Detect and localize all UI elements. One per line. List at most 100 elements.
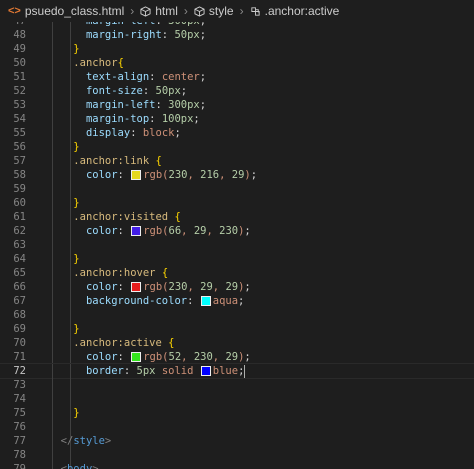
line-number: 74 xyxy=(13,393,26,405)
indent-guide xyxy=(70,448,71,462)
line-number: 51 xyxy=(13,71,26,83)
line-number: 63 xyxy=(13,239,26,251)
code-text: margin-right: 50px; xyxy=(85,29,207,41)
code-line[interactable]: 79 <body> xyxy=(0,462,474,469)
code-text: color: rgb(66, 29, 230); xyxy=(85,225,251,237)
line-number: 52 xyxy=(13,85,26,97)
code-text: <body> xyxy=(60,463,99,469)
line-number: 78 xyxy=(13,449,26,461)
code-line[interactable]: 54 margin-top: 100px; xyxy=(0,112,474,126)
indent-guide xyxy=(52,238,53,252)
code-text: } xyxy=(73,253,80,265)
code-line[interactable]: 55 display: block; xyxy=(0,126,474,140)
css-selector-icon xyxy=(250,6,260,16)
breadcrumb-file[interactable]: <> psuedo_class.html xyxy=(0,4,124,18)
code-line[interactable]: 67 background-color: aqua; xyxy=(0,294,474,308)
code-line[interactable]: 75 } xyxy=(0,406,474,420)
indent-guide xyxy=(70,378,71,392)
color-swatch[interactable] xyxy=(200,295,211,306)
line-number: 62 xyxy=(13,225,26,237)
breadcrumb-symbol[interactable]: .anchor:active xyxy=(250,4,340,18)
color-swatch[interactable] xyxy=(200,365,211,376)
code-text: color: rgb(230, 216, 29); xyxy=(85,169,258,181)
code-text: text-align: center; xyxy=(85,71,207,83)
code-line[interactable]: 78 xyxy=(0,448,474,462)
code-line[interactable]: 51 text-align: center; xyxy=(0,70,474,84)
line-number: 53 xyxy=(13,99,26,111)
code-text: font-size: 50px; xyxy=(85,85,188,97)
indent-guide xyxy=(70,308,71,322)
line-number: 67 xyxy=(13,295,26,307)
color-swatch[interactable] xyxy=(131,351,142,362)
code-line[interactable]: 48 margin-right: 50px; xyxy=(0,28,474,42)
line-number: 56 xyxy=(13,141,26,153)
code-line[interactable]: 59 xyxy=(0,182,474,196)
chevron-right-icon: › xyxy=(183,4,188,18)
code-line[interactable]: 56 } xyxy=(0,140,474,154)
line-number: 64 xyxy=(13,253,26,265)
code-line[interactable]: 73 xyxy=(0,378,474,392)
code-line[interactable]: 61 .anchor:visited { xyxy=(0,210,474,224)
code-line[interactable]: 70 .anchor:active { xyxy=(0,336,474,350)
line-number: 66 xyxy=(13,281,26,293)
code-line[interactable]: 62 color: rgb(66, 29, 230); xyxy=(0,224,474,238)
line-number: 57 xyxy=(13,155,26,167)
code-editor[interactable]: 47 margin-left: 300px;48 margin-right: 5… xyxy=(0,22,474,469)
code-line[interactable]: 77 </style> xyxy=(0,434,474,448)
line-number: 65 xyxy=(13,267,26,279)
line-number: 50 xyxy=(13,57,26,69)
code-line[interactable]: 53 margin-left: 300px; xyxy=(0,98,474,112)
code-text: color: rgb(52, 230, 29); xyxy=(85,351,251,363)
line-number: 76 xyxy=(13,421,26,433)
line-number: 59 xyxy=(13,183,26,195)
code-text: .anchor:visited { xyxy=(73,211,181,223)
breadcrumb-style[interactable]: style xyxy=(194,4,234,18)
code-line[interactable]: 60 } xyxy=(0,196,474,210)
code-line[interactable]: 72 border: 5px solid blue; xyxy=(0,363,474,379)
code-text: } xyxy=(73,197,80,209)
indent-guide xyxy=(52,392,53,406)
indent-guide xyxy=(52,448,53,462)
line-number: 70 xyxy=(13,337,26,349)
line-number: 48 xyxy=(13,29,26,41)
color-swatch[interactable] xyxy=(131,281,142,292)
breadcrumb-html[interactable]: html xyxy=(140,4,178,18)
indent-guide xyxy=(70,392,71,406)
line-number: 54 xyxy=(13,113,26,125)
breadcrumb-html-label: html xyxy=(155,4,178,18)
line-number: 58 xyxy=(13,169,26,181)
code-line[interactable]: 69 } xyxy=(0,322,474,336)
line-number: 75 xyxy=(13,407,26,419)
code-line[interactable]: 71 color: rgb(52, 230, 29); xyxy=(0,350,474,364)
indent-guide xyxy=(52,420,53,434)
color-swatch[interactable] xyxy=(131,169,142,180)
code-text: } xyxy=(73,43,80,55)
line-number: 79 xyxy=(13,463,26,469)
code-text: display: block; xyxy=(85,127,181,139)
color-swatch[interactable] xyxy=(131,225,142,236)
chevron-right-icon: › xyxy=(239,4,244,18)
code-line[interactable]: 52 font-size: 50px; xyxy=(0,84,474,98)
editor-lines: 47 margin-left: 300px;48 margin-right: 5… xyxy=(0,22,474,469)
indent-guide xyxy=(70,238,71,252)
code-line[interactable]: 64 } xyxy=(0,252,474,266)
code-line[interactable]: 76 xyxy=(0,420,474,434)
line-number: 69 xyxy=(13,323,26,335)
code-text: .anchor:active { xyxy=(73,337,175,349)
code-line[interactable]: 57 .anchor:link { xyxy=(0,154,474,168)
indent-guide xyxy=(52,308,53,322)
code-line[interactable]: 50 .anchor{ xyxy=(0,56,474,70)
code-line[interactable]: 66 color: rgb(230, 29, 29); xyxy=(0,280,474,294)
breadcrumb-symbol-label: .anchor:active xyxy=(264,4,340,18)
line-number: 61 xyxy=(13,211,26,223)
indent-guide xyxy=(70,420,71,434)
line-number: 60 xyxy=(13,197,26,209)
code-line[interactable]: 74 xyxy=(0,392,474,406)
code-line[interactable]: 65 .anchor:hover { xyxy=(0,266,474,280)
code-line[interactable]: 68 xyxy=(0,308,474,322)
code-line[interactable]: 49 } xyxy=(0,42,474,56)
breadcrumb-style-label: style xyxy=(208,4,234,18)
code-line[interactable]: 63 xyxy=(0,238,474,252)
code-line[interactable]: 58 color: rgb(230, 216, 29); xyxy=(0,168,474,182)
indent-guide xyxy=(52,182,53,196)
